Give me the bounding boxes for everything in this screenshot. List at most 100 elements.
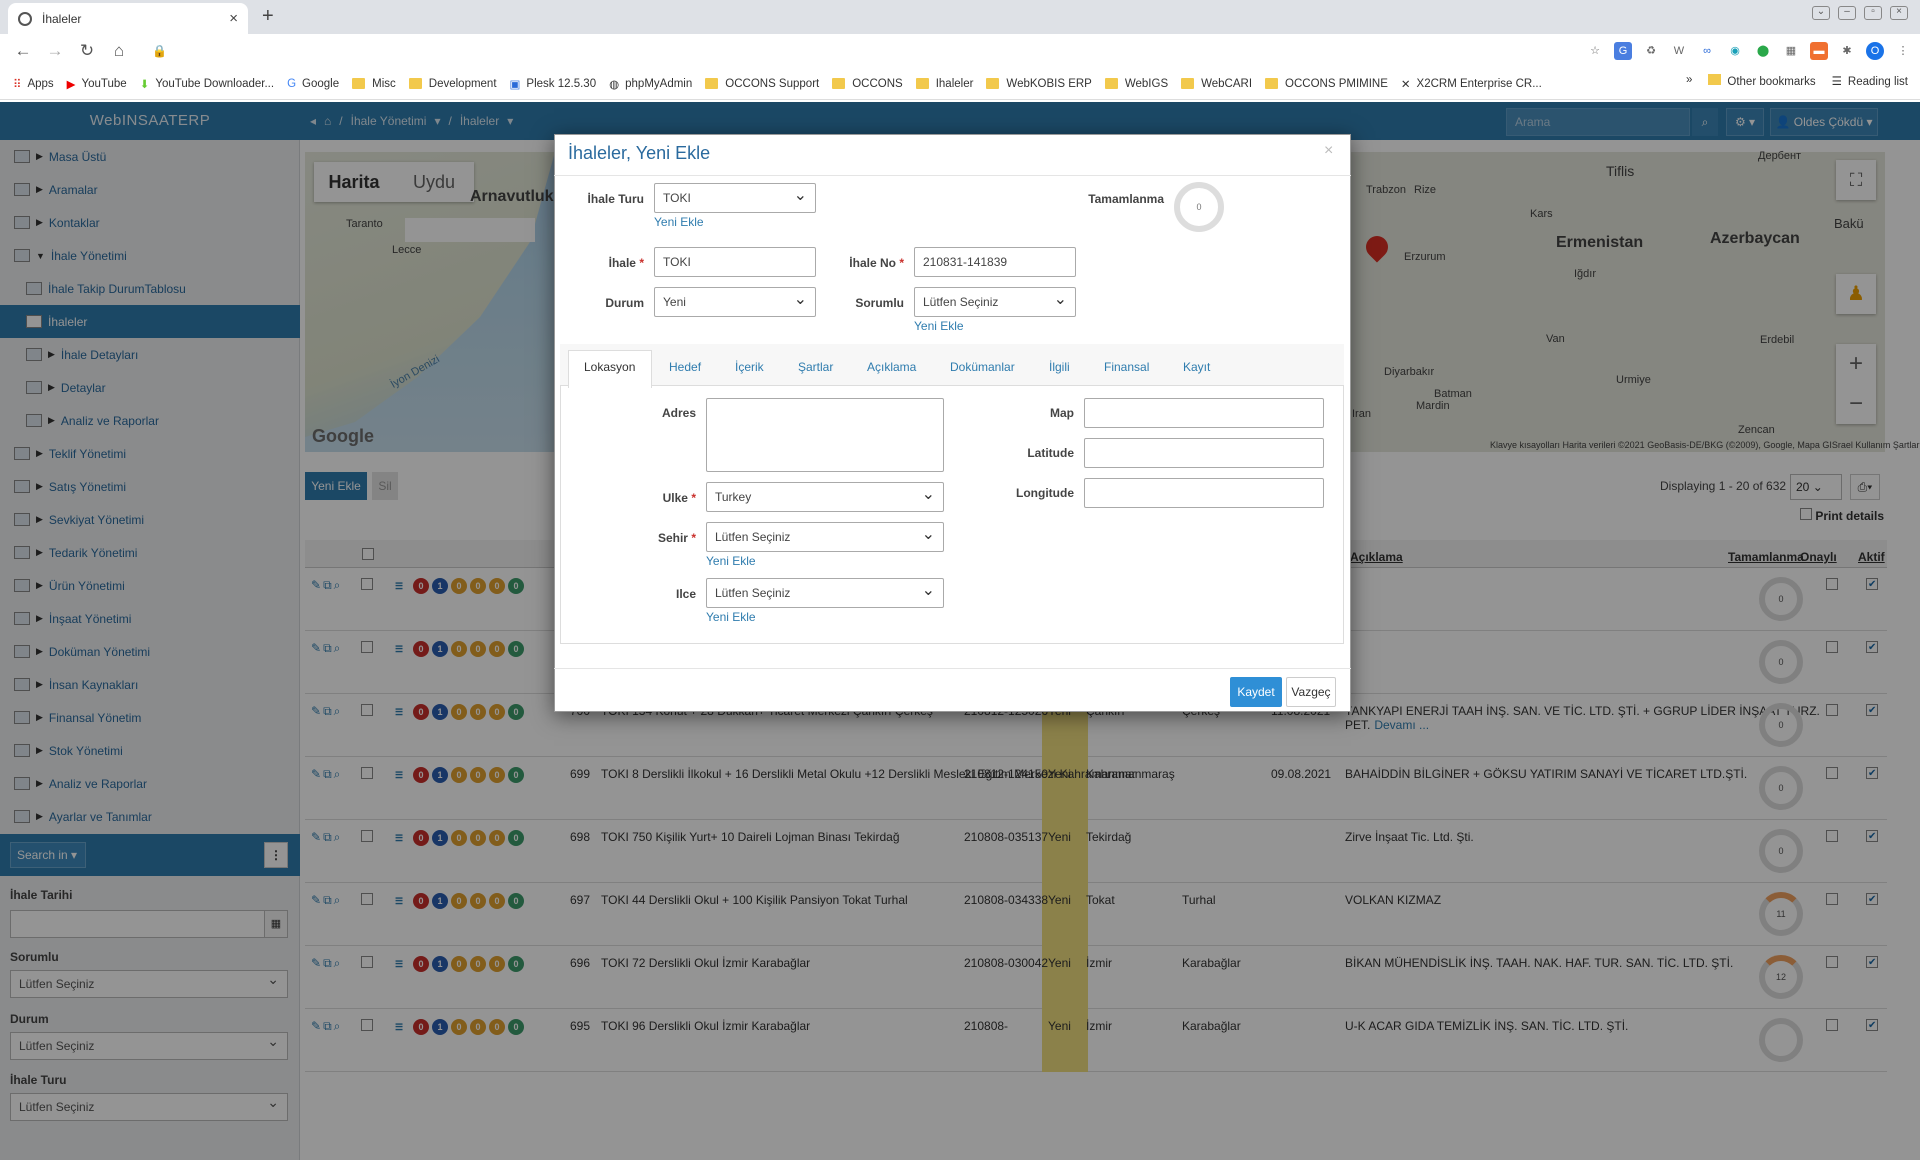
map-field-label: Map — [1050, 406, 1074, 420]
back-icon[interactable]: ← — [14, 41, 32, 61]
lock-icon[interactable]: 🔒 — [152, 44, 167, 58]
plesk-icon: ▣ — [509, 78, 521, 91]
folder-icon — [1265, 78, 1279, 89]
new-tab-button[interactable]: + — [262, 5, 274, 28]
extensions-bar: ☆ G ♻ W ∞ ◉ ⬤ ▦ ▬ ✱ O ⋮ — [1586, 42, 1912, 60]
reload-icon[interactable]: ↻ — [78, 41, 96, 61]
bookmark-occons-support[interactable]: OCCONS Support — [705, 78, 819, 90]
maximize-button[interactable]: ▫ — [1864, 6, 1882, 20]
puzzle-icon[interactable]: ✱ — [1838, 42, 1856, 60]
longitude-label: Longitude — [1016, 486, 1074, 500]
ulke-label: Ulke * — [662, 491, 696, 505]
bookmark-google[interactable]: G Google — [287, 78, 339, 90]
bookmark-x2crm[interactable]: ✕ X2CRM Enterprise CR... — [1401, 77, 1542, 91]
tab-finansal[interactable]: Finansal — [1104, 360, 1149, 374]
completion-ring: 0 — [1174, 182, 1224, 232]
tab-icerik[interactable]: İçerik — [735, 360, 764, 374]
bookmark-occons-pmimine[interactable]: OCCONS PMIMINE — [1265, 78, 1388, 90]
ihale-turu-select[interactable]: TOKI — [654, 183, 816, 213]
home-icon[interactable]: ⌂ — [110, 41, 128, 61]
grid-extension-icon[interactable]: ▦ — [1782, 42, 1800, 60]
bookmarks-bar: ⠿ Apps ▶ YouTube ⬇ YouTube Downloader... GG… — [0, 68, 1920, 100]
cancel-button[interactable]: Vazgeç — [1286, 677, 1336, 707]
infinity-icon[interactable]: ∞ — [1698, 42, 1716, 60]
sehir-select[interactable]: Lütfen Seçiniz — [706, 522, 944, 552]
bookmark-youtube[interactable]: ▶ YouTube — [67, 77, 127, 91]
folder-icon — [915, 78, 929, 89]
ihale-input[interactable]: TOKI — [654, 247, 816, 277]
bookmark-apps[interactable]: ⠿ Apps — [13, 77, 54, 91]
star-icon[interactable]: ☆ — [1586, 42, 1604, 60]
more-bookmarks-icon[interactable]: » — [1686, 74, 1692, 88]
ilce-select[interactable]: Lütfen Seçiniz — [706, 578, 944, 608]
tab-search-icon[interactable]: ⌄ — [1812, 6, 1830, 20]
w-extension-icon[interactable]: W — [1670, 42, 1688, 60]
tamamlanma-label: Tamamlanma — [1088, 192, 1164, 206]
other-bookmarks[interactable]: Other bookmarks — [1708, 74, 1816, 88]
bookmark-misc[interactable]: Misc — [352, 78, 396, 90]
bookmark-ihaleler[interactable]: Ihaleler — [915, 78, 973, 90]
ulke-select[interactable]: Turkey — [706, 482, 944, 512]
tab-aciklama[interactable]: Açıklama — [867, 360, 916, 374]
folder-icon — [705, 78, 719, 89]
longitude-input[interactable] — [1084, 478, 1324, 508]
folder-icon — [352, 78, 366, 89]
close-window-button[interactable]: × — [1890, 6, 1908, 20]
sorumlu-label: Sorumlu — [855, 296, 904, 310]
reading-list-icon: ☰ — [1831, 76, 1842, 88]
adres-textarea[interactable] — [706, 398, 944, 472]
bookmark-phpmyadmin[interactable]: ◍ phpMyAdmin — [609, 77, 692, 91]
tab-lokasyon[interactable]: Lokasyon — [584, 360, 635, 374]
globe-icon: ◍ — [609, 78, 620, 91]
bookmark-youtube-downloader[interactable]: ⬇ YouTube Downloader... — [140, 77, 274, 91]
tab-ilgili[interactable]: İlgili — [1049, 360, 1070, 374]
durum-label: Durum — [605, 296, 644, 310]
ihale-turu-label: İhale Turu — [587, 192, 644, 206]
tab-kayit[interactable]: Kayıt — [1183, 360, 1210, 374]
sale-extension-icon[interactable]: ▬ — [1810, 42, 1828, 60]
modal-footer-divider — [554, 668, 1351, 669]
folder-icon — [1104, 78, 1118, 89]
tab-dokumanlar[interactable]: Dokümanlar — [950, 360, 1015, 374]
ihale-no-label: İhale No * — [849, 256, 904, 270]
browser-tab-bar — [0, 0, 1920, 34]
tab-sartlar[interactable]: Şartlar — [798, 360, 833, 374]
map-field-input[interactable] — [1084, 398, 1324, 428]
bookmark-webigs[interactable]: WebIGS — [1104, 78, 1168, 90]
bookmark-occons[interactable]: OCCONS — [832, 78, 903, 90]
sorumlu-add-link[interactable]: Yeni Ekle — [914, 319, 964, 333]
minimize-button[interactable]: – — [1838, 6, 1856, 20]
adres-label: Adres — [661, 406, 696, 420]
save-button[interactable]: Kaydet — [1230, 677, 1282, 707]
map-pin-icon[interactable]: ⬤ — [1754, 42, 1772, 60]
translate-icon[interactable]: G — [1614, 42, 1632, 60]
close-icon[interactable]: × — [1324, 142, 1333, 160]
sehir-add-link[interactable]: Yeni Ekle — [706, 554, 756, 568]
bookmarks-right: » Other bookmarks ☰ Reading list — [1686, 74, 1908, 88]
sorumlu-select[interactable]: Lütfen Seçiniz — [914, 287, 1076, 317]
profile-avatar[interactable]: O — [1866, 42, 1884, 60]
folder-icon — [1708, 74, 1722, 85]
durum-select[interactable]: Yeni — [654, 287, 816, 317]
kebab-menu-icon[interactable]: ⋮ — [1894, 42, 1912, 60]
youtube-icon: ▶ — [66, 78, 76, 91]
browser-tab[interactable]: İhaleler × — [8, 3, 248, 34]
bookmark-plesk[interactable]: ▣ Plesk 12.5.30 — [510, 77, 597, 91]
bookmark-webcari[interactable]: WebCARI — [1181, 78, 1252, 90]
close-tab-icon[interactable]: × — [229, 10, 238, 27]
latitude-input[interactable] — [1084, 438, 1324, 468]
reading-list[interactable]: ☰ Reading list — [1832, 74, 1908, 88]
ihale-no-input[interactable]: 210831-141839 — [914, 247, 1076, 277]
latitude-label: Latitude — [1027, 446, 1074, 460]
ihale-label: İhale * — [608, 256, 644, 270]
recycle-icon[interactable]: ♻ — [1642, 42, 1660, 60]
bookmark-webkobis[interactable]: WebKOBIS ERP — [986, 78, 1092, 90]
forward-icon[interactable]: → — [46, 41, 64, 61]
modal-header-divider — [554, 175, 1351, 176]
bookmark-development[interactable]: Development — [408, 78, 497, 90]
tab-hedef[interactable]: Hedef — [669, 360, 701, 374]
sync-icon[interactable]: ◉ — [1726, 42, 1744, 60]
ihale-turu-add-link[interactable]: Yeni Ekle — [654, 215, 704, 229]
ilce-add-link[interactable]: Yeni Ekle — [706, 610, 756, 624]
window-controls: ⌄ – ▫ × — [1812, 6, 1908, 20]
